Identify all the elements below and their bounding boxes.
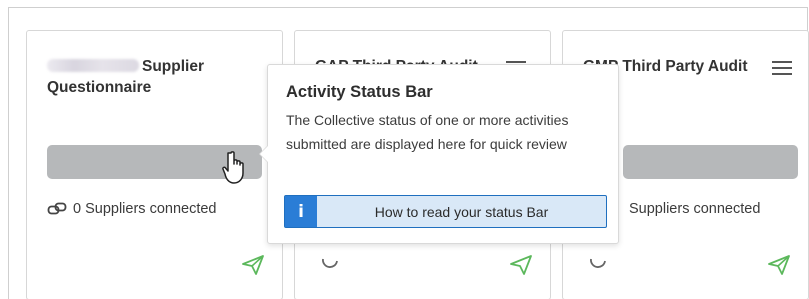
card-title: Supplier Questionnaire — [47, 58, 205, 96]
tooltip-title: Activity Status Bar — [286, 83, 433, 101]
suppliers-connected-text: Suppliers connected — [629, 201, 761, 217]
activity-status-bar[interactable] — [623, 145, 798, 179]
refresh-icon[interactable] — [589, 255, 607, 269]
hamburger-menu-icon[interactable] — [772, 61, 792, 75]
how-to-read-status-bar-button[interactable]: i How to read your status Bar — [284, 195, 607, 228]
link-icon — [47, 202, 67, 215]
how-to-read-label: How to read your status Bar — [374, 203, 549, 220]
status-bar-tooltip: Activity Status Bar The Collective statu… — [259, 64, 619, 244]
suppliers-connected-text: 0 Suppliers connected — [73, 201, 217, 217]
redacted-company-name — [47, 59, 139, 72]
tooltip-body: The Collective status of one or more act… — [286, 112, 569, 152]
suppliers-connected: 0 Suppliers connected — [47, 201, 217, 217]
tooltip-arrow — [259, 145, 268, 163]
refresh-icon[interactable] — [321, 255, 339, 269]
send-icon[interactable] — [768, 255, 790, 275]
info-icon: i — [285, 196, 317, 227]
send-icon[interactable] — [510, 255, 532, 275]
suppliers-connected: Suppliers connected — [629, 201, 760, 217]
hand-pointer-icon — [222, 151, 244, 184]
send-icon[interactable] — [242, 255, 264, 275]
